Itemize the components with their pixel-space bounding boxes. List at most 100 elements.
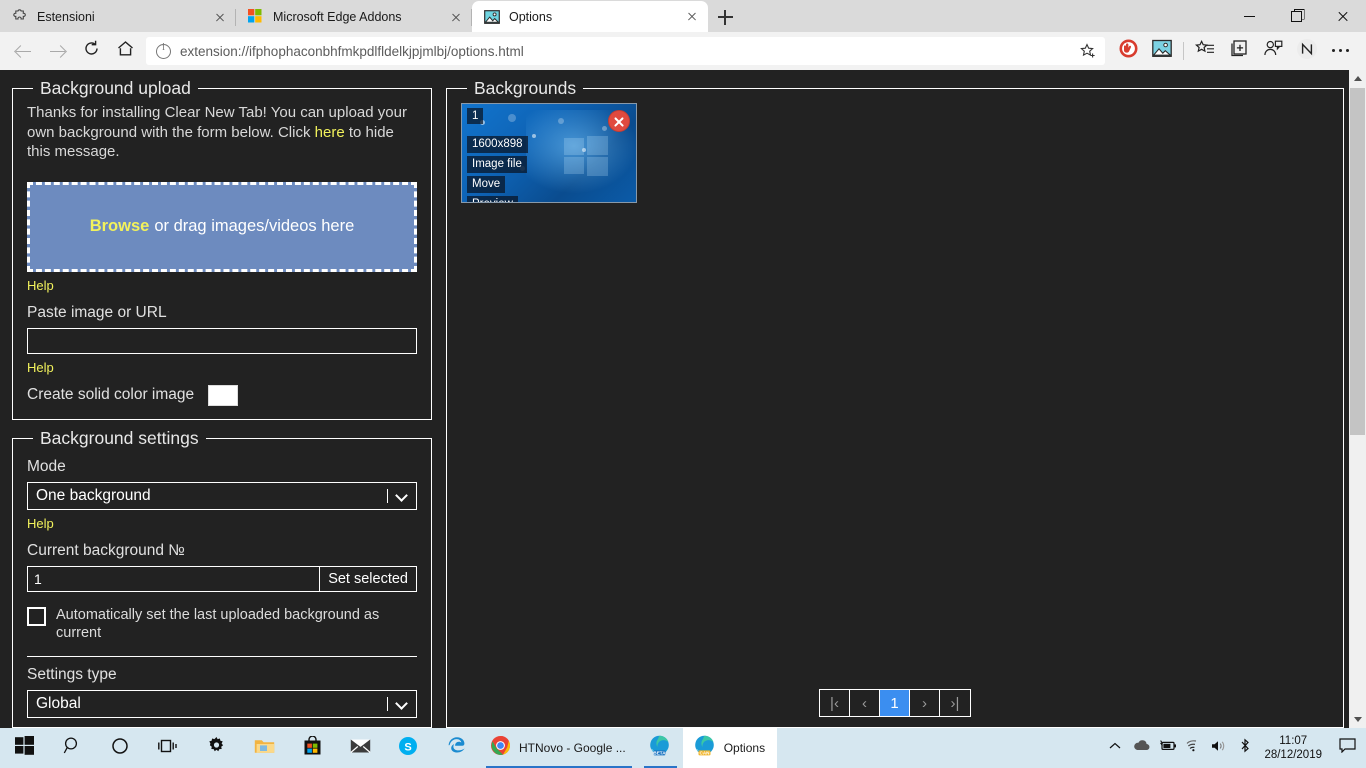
settings-type-select[interactable]: Global <box>27 690 417 718</box>
close-icon[interactable] <box>448 9 464 25</box>
back-button[interactable] <box>6 36 40 66</box>
delete-background-button[interactable] <box>608 110 630 132</box>
help-link-mode[interactable]: Help <box>27 516 54 531</box>
collections-button[interactable] <box>1222 36 1256 66</box>
mail-button[interactable] <box>336 728 384 768</box>
tab-estensioni[interactable]: Estensioni <box>0 2 236 32</box>
solid-color-swatch[interactable] <box>208 384 239 406</box>
forward-button[interactable] <box>40 36 74 66</box>
skype-button[interactable]: S <box>384 728 432 768</box>
thumbnail-tags: 1600x898 Image file Move Preview <box>467 136 528 202</box>
help-link-upload[interactable]: Help <box>27 278 54 293</box>
taskbar-app-options[interactable]: CAN Options <box>682 728 778 768</box>
scroll-down-icon[interactable] <box>1349 711 1366 728</box>
tab-microsoft-edge-addons[interactable]: Microsoft Edge Addons <box>236 2 472 32</box>
refresh-button[interactable] <box>74 36 108 66</box>
volume-button[interactable] <box>1206 728 1232 768</box>
backgrounds-grid: 1 1600x898 Image file Move Preview <box>461 99 1329 683</box>
hide-message-link[interactable]: here <box>315 124 345 141</box>
auto-set-row: Automatically set the last uploaded back… <box>27 606 417 642</box>
home-button[interactable] <box>108 36 142 66</box>
tab-options[interactable]: Options <box>472 1 708 32</box>
bluetooth-button[interactable] <box>1232 728 1258 768</box>
browser-toolbar: extension://ifphophaconbhfmkpdlfldelkjpj… <box>0 32 1366 70</box>
onedrive-button[interactable] <box>1128 728 1154 768</box>
close-icon[interactable] <box>684 9 700 25</box>
thumbnail-number: 1 <box>467 108 484 124</box>
windows-logo-icon <box>564 136 608 176</box>
minimize-button[interactable] <box>1228 0 1274 32</box>
close-window-button[interactable] <box>1320 0 1366 32</box>
favorites-list-button[interactable] <box>1188 36 1222 66</box>
background-thumbnail[interactable]: 1 1600x898 Image file Move Preview <box>461 103 637 203</box>
mode-select[interactable]: One background <box>27 482 417 510</box>
settings-button[interactable] <box>192 728 240 768</box>
settings-gear-icon <box>207 736 226 760</box>
taskbar-app-edge-beta[interactable]: BETA <box>638 728 683 768</box>
help-link-paste[interactable]: Help <box>27 360 54 375</box>
favorite-star-icon[interactable] <box>1080 42 1097 60</box>
mode-label: Mode <box>27 458 66 475</box>
edge-legacy-button[interactable] <box>432 728 480 768</box>
pagination-page-1[interactable]: 1 <box>880 690 910 716</box>
set-selected-button[interactable]: Set selected <box>319 566 417 592</box>
browse-link[interactable]: Browse <box>90 217 150 236</box>
battery-button[interactable] <box>1154 728 1180 768</box>
auto-set-checkbox[interactable] <box>27 607 46 626</box>
notification-center-button[interactable] <box>1332 728 1362 768</box>
scroll-up-icon[interactable] <box>1349 70 1366 87</box>
close-icon[interactable] <box>212 9 228 25</box>
chevron-up-icon <box>1108 739 1122 758</box>
wifi-icon <box>1185 739 1202 757</box>
file-dropzone[interactable]: Browse or drag images/videos here <box>27 181 417 272</box>
more-options-button[interactable] <box>1324 36 1358 66</box>
pagination-next[interactable]: › <box>910 690 940 716</box>
adblock-icon <box>1118 38 1139 64</box>
chevron-down-icon <box>395 489 408 502</box>
file-explorer-button[interactable] <box>240 728 288 768</box>
address-bar[interactable]: extension://ifphophaconbhfmkpdlfldelkjpj… <box>146 37 1105 65</box>
taskbar-clock[interactable]: 11:07 28/12/2019 <box>1258 734 1332 762</box>
volume-icon <box>1210 739 1228 758</box>
tab-title: Estensioni <box>37 10 95 24</box>
taskbar-app-label: HTNovo - Google ... <box>519 741 626 755</box>
new-tab-button[interactable] <box>708 2 742 32</box>
background-upload-legend: Background upload <box>40 78 191 98</box>
file-explorer-icon <box>254 737 275 760</box>
task-view-button[interactable] <box>144 728 192 768</box>
pagination-first[interactable]: |‹ <box>820 690 850 716</box>
cortana-button[interactable] <box>96 728 144 768</box>
info-icon[interactable] <box>156 42 171 59</box>
tab-strip: Estensioni Microsoft Edge Addons Options <box>0 0 1366 32</box>
pagination-prev[interactable]: ‹ <box>850 690 880 716</box>
notification-center-icon <box>1338 738 1356 758</box>
wifi-button[interactable] <box>1180 728 1206 768</box>
skype-icon: S <box>398 736 418 761</box>
microsoft-store-button[interactable] <box>288 728 336 768</box>
taskbar-app-chrome[interactable]: HTNovo - Google ... <box>480 728 638 768</box>
chevron-down-icon <box>395 697 408 710</box>
dropzone-hint: or drag images/videos here <box>154 217 355 235</box>
scrollbar-thumb[interactable] <box>1350 88 1365 435</box>
adblock-button[interactable] <box>1111 36 1145 66</box>
battery-icon <box>1158 739 1177 757</box>
edge-canary-icon: CAN <box>693 734 716 762</box>
search-button[interactable] <box>48 728 96 768</box>
svg-text:S: S <box>404 741 411 753</box>
search-icon <box>63 736 82 760</box>
cortana-icon <box>111 737 129 760</box>
thumbnail-preview-button[interactable]: Preview <box>467 196 518 202</box>
refresh-icon <box>82 39 101 63</box>
pagination-last[interactable]: ›| <box>940 690 970 716</box>
show-hidden-icons-button[interactable] <box>1102 728 1128 768</box>
maximize-button[interactable] <box>1274 0 1320 32</box>
page-scrollbar[interactable] <box>1349 70 1366 728</box>
start-button[interactable] <box>0 728 48 768</box>
current-background-input[interactable] <box>27 566 320 592</box>
paste-image-input[interactable] <box>27 327 417 354</box>
thumbnail-move-button[interactable]: Move <box>467 176 506 193</box>
profile-button[interactable] <box>1256 36 1290 66</box>
image-extension-button[interactable] <box>1145 36 1179 66</box>
nimbus-button[interactable] <box>1290 36 1324 66</box>
svg-text:BETA: BETA <box>653 750 666 755</box>
